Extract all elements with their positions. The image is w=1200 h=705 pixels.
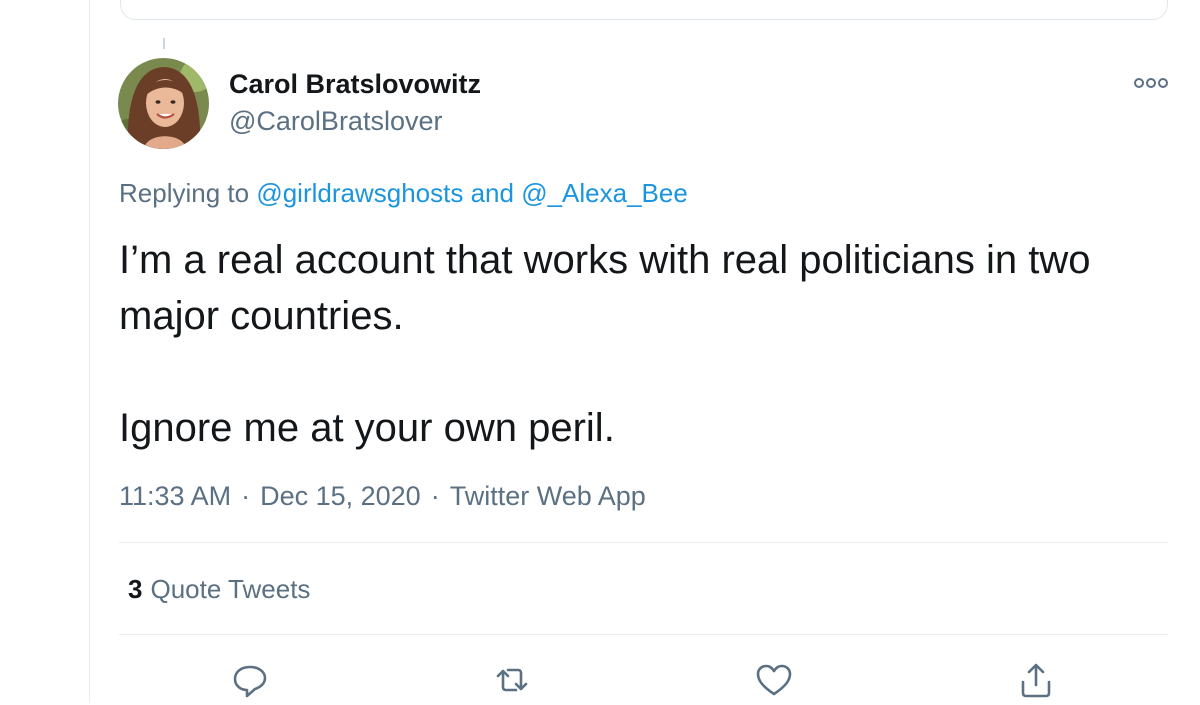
quote-tweets-stat[interactable]: 3 Quote Tweets [128,574,310,605]
avatar-image [118,58,209,149]
tweet-date-link[interactable]: Dec 15, 2020 [260,481,421,511]
more-options-button[interactable] [1133,73,1169,93]
avatar[interactable] [118,58,209,149]
timeline-left-border [89,0,90,703]
tweet-metadata: 11:33 AM · Dec 15, 2020 · Twitter Web App [119,481,646,512]
meta-separator: · [241,481,251,511]
previous-tweet-card[interactable] [120,0,1168,20]
share-button[interactable] [1016,660,1056,700]
thread-connector [163,38,165,49]
reply-button[interactable] [230,660,270,700]
mention-link-alexa-bee[interactable]: @_Alexa_Bee [521,178,688,208]
replying-to-line: Replying to @girldrawsghosts and @_Alexa… [119,178,688,209]
author-handle[interactable]: @CarolBratslover [229,106,442,137]
like-icon [756,664,792,696]
like-button[interactable] [754,660,794,700]
author-display-name[interactable]: Carol Bratslovowitz [229,69,481,100]
tweet-source-link[interactable]: Twitter Web App [450,481,646,511]
more-options-icon [1134,78,1168,88]
replying-to-prefix: Replying to [119,178,250,208]
retweet-button[interactable] [492,660,532,700]
divider-top [119,542,1168,543]
tweet-text: I’m a real account that works with real … [119,238,1091,450]
tweet-time-link[interactable]: 11:33 AM [119,481,231,511]
mention-link-girldrawsghosts[interactable]: @girldrawsghosts [256,178,463,208]
share-icon [1021,663,1051,698]
meta-separator: · [430,481,440,511]
quote-tweets-label: Quote Tweets [150,574,311,604]
reply-icon [233,665,267,698]
divider-bottom [119,634,1168,635]
retweet-icon [496,668,528,692]
replying-to-conjunction: and [470,178,514,208]
quote-tweets-count: 3 [128,574,143,604]
